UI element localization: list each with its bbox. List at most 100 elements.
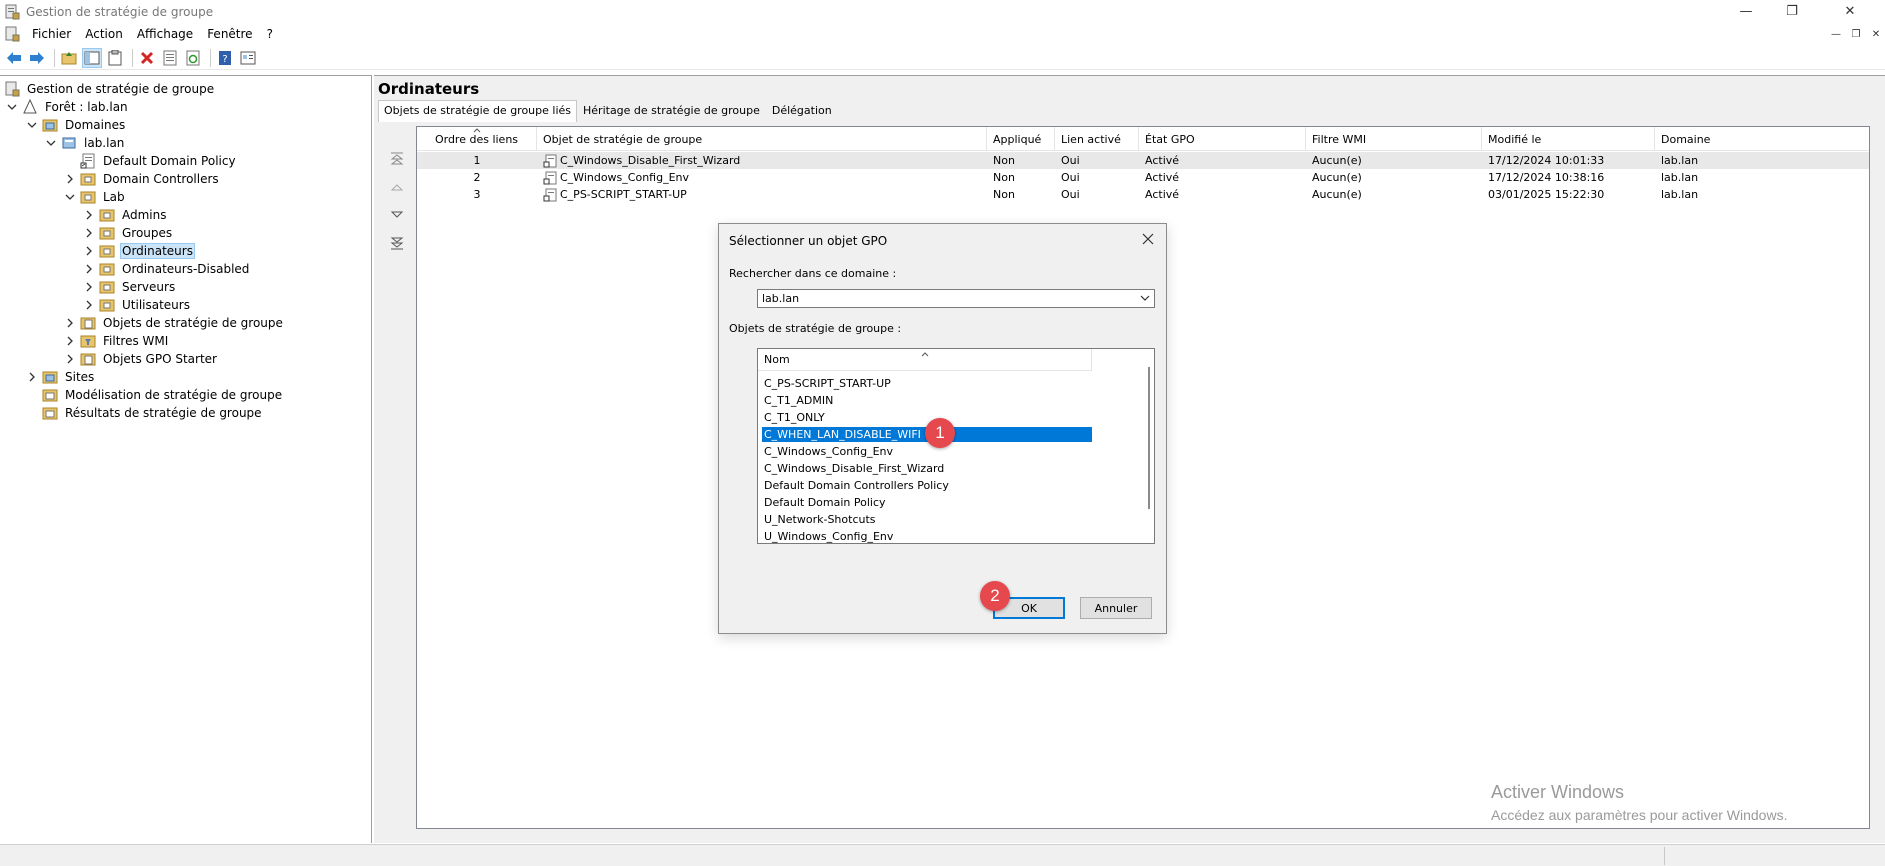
list-item[interactable]: U_Windows_Config_Env [762, 529, 1092, 543]
menu-fichier[interactable]: Fichier [26, 27, 79, 41]
move-up-icon[interactable] [388, 180, 406, 194]
help-icon[interactable]: ? [215, 48, 235, 68]
minimize-button[interactable]: — [1723, 0, 1769, 22]
mdi-close-icon[interactable]: ✕ [1867, 26, 1885, 42]
tree-item-results[interactable]: Résultats de stratégie de groupe [42, 404, 264, 422]
console-icon[interactable] [238, 48, 258, 68]
activation-watermark: Activer Windows Accédez aux paramètres p… [1491, 782, 1787, 823]
show-hide-tree-icon[interactable] [82, 47, 102, 68]
chevron-down-icon[interactable] [26, 119, 38, 131]
chevron-right-icon[interactable] [83, 245, 95, 257]
chevron-down-icon[interactable] [64, 191, 76, 203]
tree-item-domain[interactable]: lab.lan [45, 134, 126, 152]
col-gpo-status[interactable]: État GPO [1139, 127, 1306, 151]
tree-item-wmi-filters[interactable]: Filtres WMI [64, 332, 170, 350]
chevron-right-icon[interactable] [64, 335, 76, 347]
chevron-right-icon[interactable] [83, 281, 95, 293]
tree-label: Serveurs [122, 280, 176, 294]
chevron-right-icon[interactable] [64, 353, 76, 365]
menu-help[interactable]: ? [261, 27, 281, 41]
list-item[interactable]: C_PS-SCRIPT_START-UP [762, 376, 1092, 391]
move-down-icon[interactable] [388, 208, 406, 222]
gpo-name: C_Windows_Config_Env [560, 171, 690, 184]
column-label: Nom [764, 353, 790, 366]
cell-order: 1 [473, 154, 481, 167]
chevron-right-icon[interactable] [83, 209, 95, 221]
chevron-right-icon[interactable] [83, 227, 95, 239]
gpmc-menu-icon[interactable] [4, 26, 20, 42]
menu-fenetre[interactable]: Fenêtre [201, 27, 260, 41]
col-wmi-filter[interactable]: Filtre WMI [1306, 127, 1482, 151]
mdi-restore-icon[interactable]: ❐ [1847, 26, 1865, 42]
delete-icon[interactable] [137, 48, 157, 68]
cancel-button[interactable]: Annuler [1080, 597, 1152, 619]
list-item[interactable]: Default Domain Policy [762, 495, 1092, 510]
tree-item-domain-controllers[interactable]: Domain Controllers [64, 170, 221, 188]
chevron-right-icon[interactable] [64, 317, 76, 329]
list-item[interactable]: C_T1_ONLY [762, 410, 1092, 425]
col-domain[interactable]: Domaine [1655, 127, 1869, 151]
list-scrollbar[interactable] [1148, 367, 1150, 509]
maximize-button[interactable]: ❐ [1769, 0, 1815, 22]
list-item[interactable]: Default Domain Controllers Policy [762, 478, 1092, 493]
status-separator [1664, 847, 1665, 865]
tree-item-default-domain-policy[interactable]: Default Domain Policy [80, 152, 238, 170]
tab-inheritance[interactable]: Héritage de stratégie de groupe [577, 100, 766, 122]
col-link-enabled[interactable]: Lien activé [1055, 127, 1139, 151]
tree-label: Objets GPO Starter [103, 352, 217, 366]
refresh-icon[interactable] [183, 48, 203, 68]
move-to-bottom-icon[interactable] [388, 236, 406, 250]
table-row[interactable]: 2 C_Windows_Config_Env Non Oui Activé Au… [417, 169, 1869, 186]
tree-item-lab[interactable]: Lab [64, 188, 127, 206]
tree-item-ordinateurs[interactable]: Ordinateurs [83, 242, 195, 260]
chevron-right-icon[interactable] [83, 299, 95, 311]
chevron-down-icon[interactable] [1140, 293, 1150, 306]
tree-item-modeling[interactable]: Modélisation de stratégie de groupe [42, 386, 284, 404]
tab-linked-gpos[interactable]: Objets de stratégie de groupe liés [378, 100, 578, 122]
list-item[interactable]: C_T1_ADMIN [762, 393, 1092, 408]
list-item[interactable]: C_Windows_Disable_First_Wizard [762, 461, 1092, 476]
col-modified[interactable]: Modifié le [1482, 127, 1655, 151]
dialog-close-icon[interactable] [1140, 231, 1156, 247]
tree-item-ordinateurs-disabled[interactable]: Ordinateurs-Disabled [83, 260, 251, 278]
chevron-right-icon[interactable] [64, 173, 76, 185]
col-link-order[interactable]: Ordre des liens [417, 127, 537, 151]
column-label: État GPO [1145, 132, 1195, 146]
domain-icon [62, 137, 76, 149]
tree-item-forest[interactable]: Forêt : lab.lan [6, 98, 130, 116]
table-row[interactable]: 1 C_Windows_Disable_First_Wizard Non Oui… [417, 152, 1869, 169]
properties-icon[interactable] [160, 48, 180, 68]
chevron-down-icon[interactable] [45, 137, 57, 149]
tree-item-sites[interactable]: Sites [26, 368, 96, 386]
col-gpo[interactable]: Objet de stratégie de groupe [537, 127, 987, 151]
chevron-right-icon[interactable] [83, 263, 95, 275]
forward-arrow-icon[interactable] [27, 48, 47, 68]
cell-link-enabled: Oui [1061, 171, 1080, 184]
list-item[interactable]: U_Network-Shotcuts [762, 512, 1092, 527]
tree-item-starter-gpo[interactable]: Objets GPO Starter [64, 350, 219, 368]
menu-action[interactable]: Action [79, 27, 131, 41]
domain-select[interactable]: lab.lan [757, 289, 1155, 308]
table-row[interactable]: 3 C_PS-SCRIPT_START-UP Non Oui Activé Au… [417, 186, 1869, 203]
tree-item-admins[interactable]: Admins [83, 206, 169, 224]
tree-item-serveurs[interactable]: Serveurs [83, 278, 177, 296]
tree-item-utilisateurs[interactable]: Utilisateurs [83, 296, 192, 314]
tab-delegation[interactable]: Délégation [766, 100, 838, 122]
close-button[interactable]: ✕ [1815, 0, 1885, 22]
chevron-down-icon[interactable] [6, 101, 18, 113]
move-to-top-icon[interactable] [388, 152, 406, 166]
tree-item-root[interactable]: Gestion de stratégie de groupe [4, 80, 216, 98]
mdi-minimize-icon[interactable]: — [1827, 26, 1845, 42]
list-item[interactable]: C_Windows_Config_Env [762, 444, 1092, 459]
up-folder-icon[interactable] [59, 48, 79, 68]
list-column-name[interactable]: Nom [758, 349, 1092, 371]
tree-item-gpo-objects[interactable]: Objets de stratégie de groupe [64, 314, 285, 332]
back-arrow-icon[interactable] [4, 48, 24, 68]
clipboard-icon[interactable] [105, 48, 125, 68]
tree-label: Forêt : lab.lan [45, 100, 128, 114]
menu-affichage[interactable]: Affichage [131, 27, 201, 41]
col-enforced[interactable]: Appliqué [987, 127, 1055, 151]
tree-item-groupes[interactable]: Groupes [83, 224, 174, 242]
chevron-right-icon[interactable] [26, 371, 38, 383]
tree-item-domaines[interactable]: Domaines [26, 116, 127, 134]
